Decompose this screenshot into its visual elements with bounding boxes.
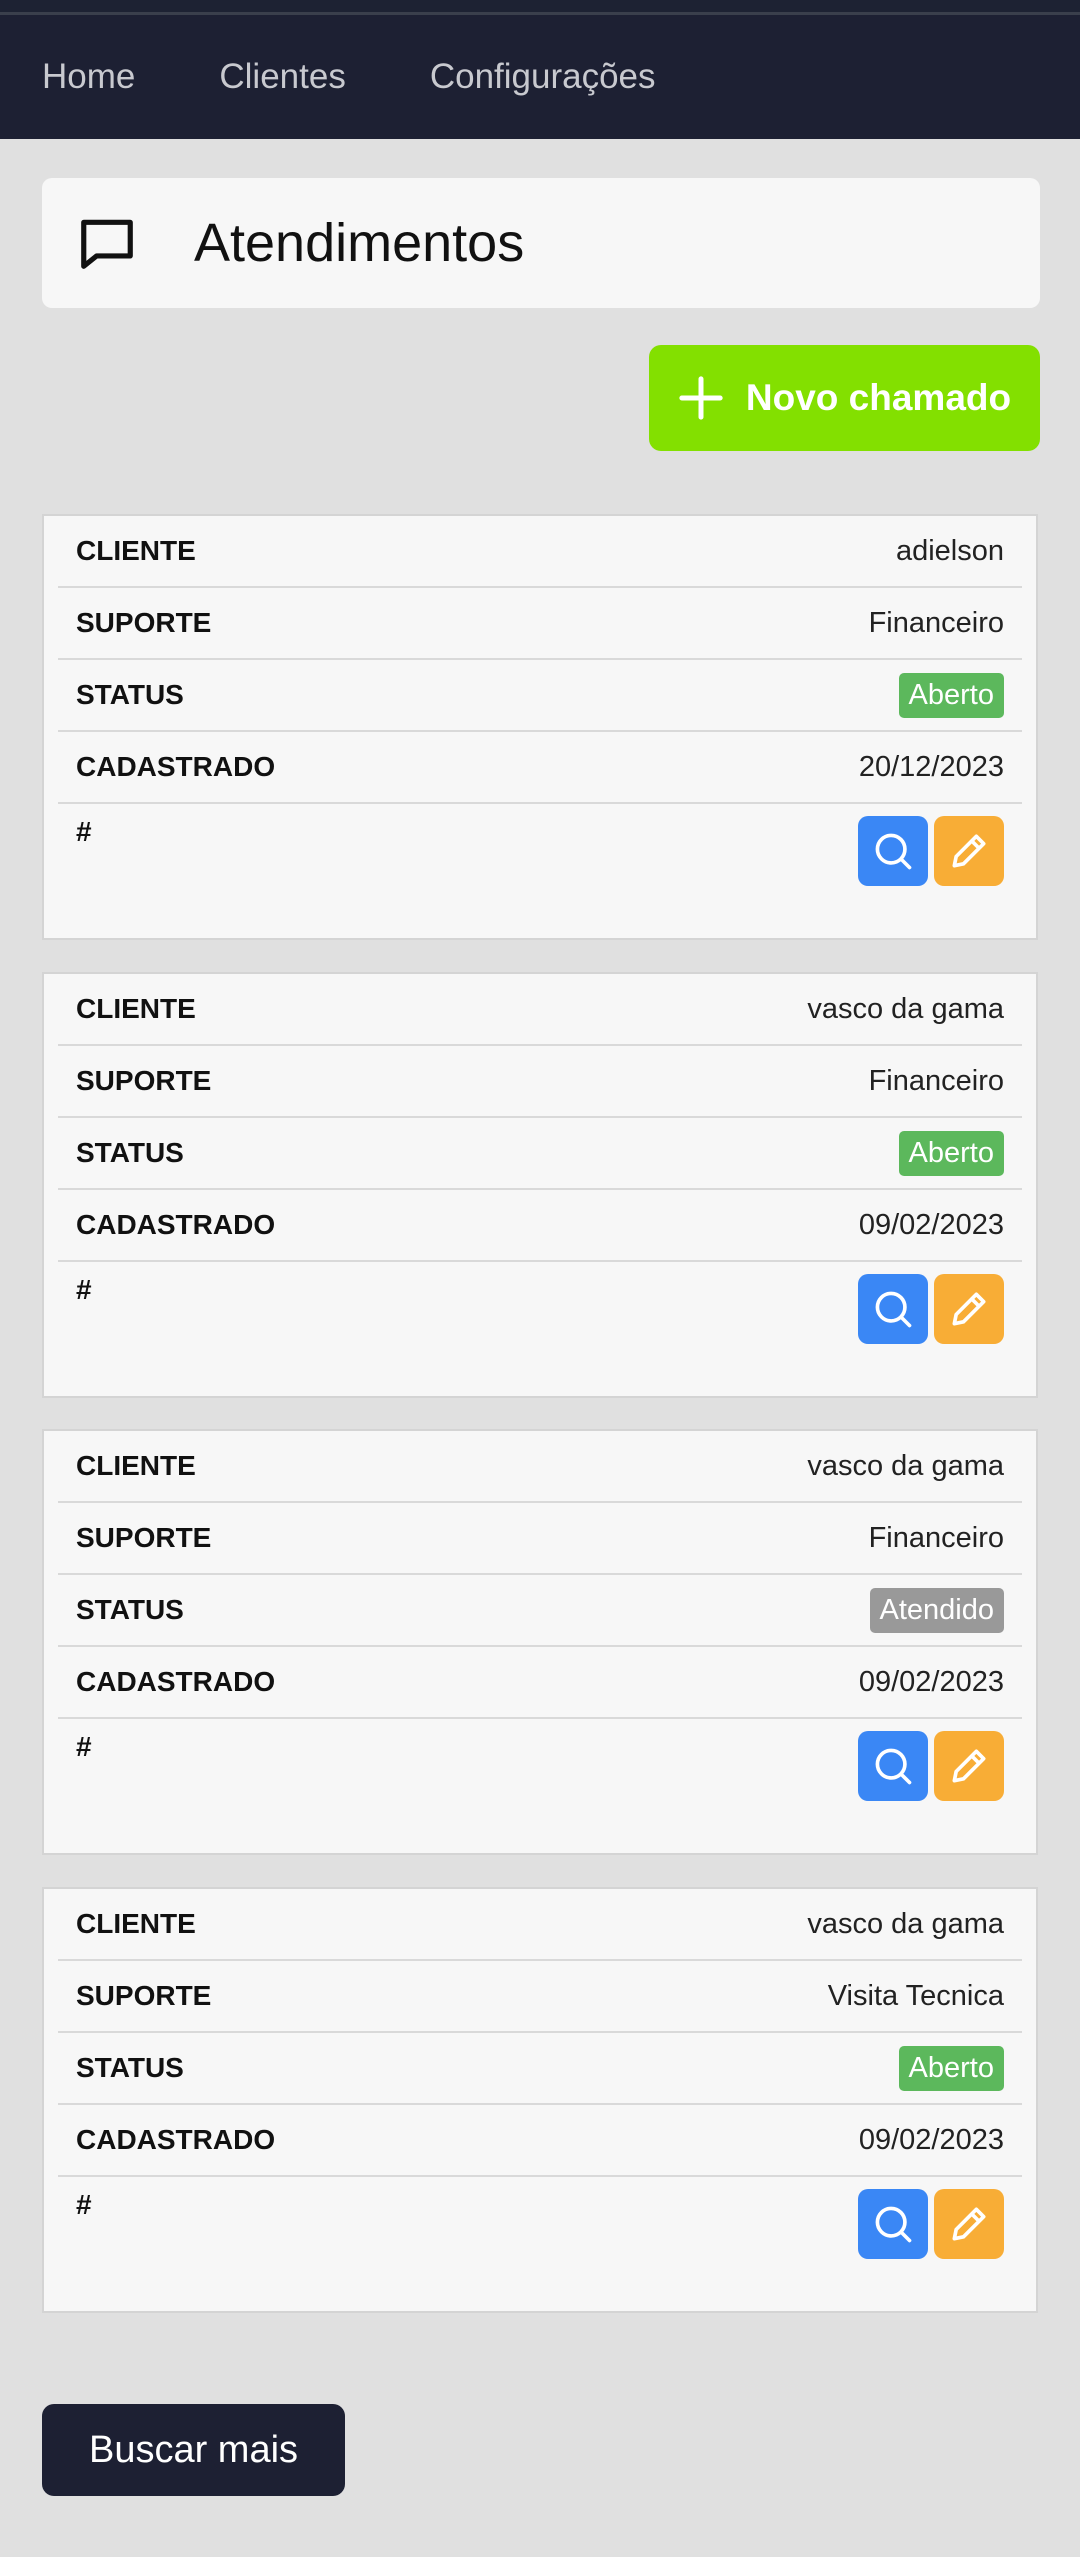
edit-button[interactable] [934,1731,1004,1801]
nav-configuracoes[interactable]: Configurações [430,57,656,97]
ticket-card: CLIENTE adielson SUPORTE Financeiro STAT… [42,514,1038,940]
ticket-card: CLIENTE vasco da gama SUPORTE Financeiro… [42,1429,1038,1855]
pencil-icon [952,834,986,868]
row-cliente: CLIENTE vasco da gama [58,1889,1022,1961]
search-icon [875,833,912,870]
search-icon [875,2206,912,2243]
edit-button[interactable] [934,1274,1004,1344]
label-suporte: SUPORTE [76,1065,212,1096]
page-header: Atendimentos [42,178,1040,308]
row-cadastrado: CADASTRADO 09/02/2023 [58,1647,1022,1719]
label-hash: # [76,816,92,847]
ticket-card: CLIENTE vasco da gama SUPORTE Visita Tec… [42,1887,1038,2313]
load-more-button[interactable]: Buscar mais [42,2404,345,2496]
row-cliente: CLIENTE vasco da gama [58,974,1022,1046]
row-suporte: SUPORTE Visita Tecnica [58,1961,1022,2033]
value-suporte: Financeiro [868,1064,1004,1097]
label-cliente: CLIENTE [76,1908,196,1939]
row-actions: # [58,804,1022,934]
status-badge: Aberto [898,672,1004,718]
new-ticket-button[interactable]: Novo chamado [649,345,1040,451]
chat-icon [81,219,133,269]
row-suporte: SUPORTE Financeiro [58,1503,1022,1575]
edit-button[interactable] [934,816,1004,886]
row-suporte: SUPORTE Financeiro [58,588,1022,660]
view-button[interactable] [858,816,928,886]
row-actions: # [58,1262,1022,1392]
label-cliente: CLIENTE [76,535,196,566]
status-badge: Aberto [898,1130,1004,1176]
label-cadastrado: CADASTRADO [76,2124,276,2155]
label-hash: # [76,1731,92,1762]
value-cliente: adielson [895,534,1004,567]
value-cliente: vasco da gama [807,1907,1004,1940]
label-status: STATUS [76,2052,184,2083]
navbar: Home Clientes Configurações [0,15,1080,139]
row-status: STATUS Atendido [58,1575,1022,1647]
row-cadastrado: CADASTRADO 20/12/2023 [58,732,1022,804]
value-suporte: Visita Tecnica [827,1979,1004,2012]
value-cliente: vasco da gama [807,992,1004,1025]
row-cliente: CLIENTE adielson [58,516,1022,588]
status-badge: Atendido [869,1587,1004,1633]
label-hash: # [76,2189,92,2220]
row-suporte: SUPORTE Financeiro [58,1046,1022,1118]
label-suporte: SUPORTE [76,607,212,638]
search-icon [875,1748,912,1785]
label-cadastrado: CADASTRADO [76,1209,276,1240]
row-cadastrado: CADASTRADO 09/02/2023 [58,1190,1022,1262]
pencil-icon [952,1749,986,1783]
value-cadastrado: 09/02/2023 [858,1208,1004,1241]
ticket-actions [858,816,1004,886]
ticket-actions [858,1731,1004,1801]
view-button[interactable] [858,2189,928,2259]
value-suporte: Financeiro [868,606,1004,639]
new-ticket-label: Novo chamado [745,377,1012,418]
nav-clientes[interactable]: Clientes [219,57,345,97]
edit-button[interactable] [934,2189,1004,2259]
ticket-card: CLIENTE vasco da gama SUPORTE Financeiro… [42,972,1038,1398]
value-cadastrado: 20/12/2023 [858,750,1004,783]
label-cliente: CLIENTE [76,1450,196,1481]
top-edge [0,0,1080,15]
pencil-icon [952,2207,986,2241]
value-suporte: Financeiro [868,1521,1004,1554]
row-actions: # [58,1719,1022,1849]
pencil-icon [952,1292,986,1326]
label-cadastrado: CADASTRADO [76,751,276,782]
row-cadastrado: CADASTRADO 09/02/2023 [58,2105,1022,2177]
plus-icon [679,376,723,420]
nav-home[interactable]: Home [42,57,135,97]
label-cadastrado: CADASTRADO [76,1666,276,1697]
status-badge: Aberto [898,2045,1004,2091]
search-icon [875,1291,912,1328]
label-suporte: SUPORTE [76,1980,212,2011]
value-cadastrado: 09/02/2023 [858,1665,1004,1698]
view-button[interactable] [858,1274,928,1344]
ticket-actions [858,1274,1004,1344]
value-cadastrado: 09/02/2023 [858,2123,1004,2156]
page-title: Atendimentos [194,213,525,273]
label-cliente: CLIENTE [76,993,196,1024]
label-status: STATUS [76,679,184,710]
row-cliente: CLIENTE vasco da gama [58,1431,1022,1503]
label-hash: # [76,1274,92,1305]
ticket-actions [858,2189,1004,2259]
label-status: STATUS [76,1594,184,1625]
view-button[interactable] [858,1731,928,1801]
row-status: STATUS Aberto [58,1118,1022,1190]
value-cliente: vasco da gama [807,1449,1004,1482]
label-status: STATUS [76,1137,184,1168]
row-actions: # [58,2177,1022,2307]
row-status: STATUS Aberto [58,660,1022,732]
label-suporte: SUPORTE [76,1522,212,1553]
row-status: STATUS Aberto [58,2033,1022,2105]
